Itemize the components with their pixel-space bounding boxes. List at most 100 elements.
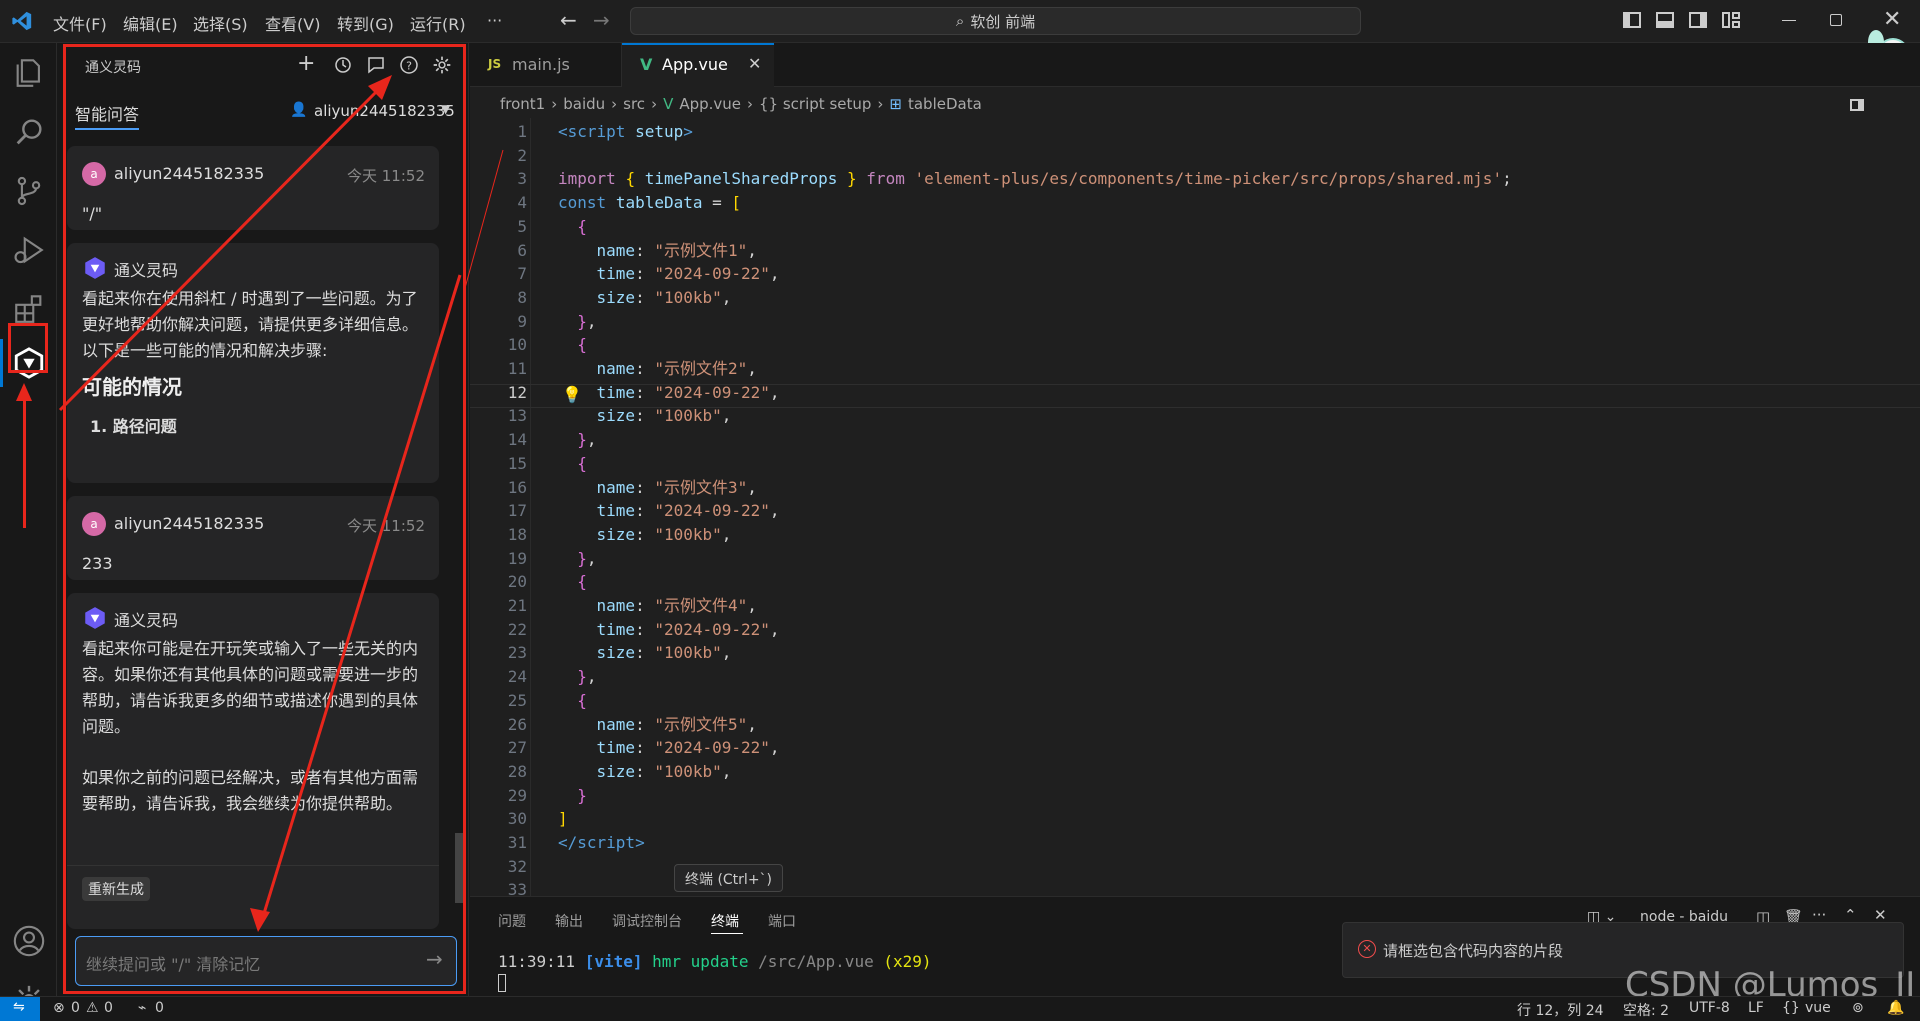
breadcrumb-item[interactable]: src: [623, 95, 645, 113]
braces-icon: {}: [1782, 1000, 1800, 1016]
explorer-icon[interactable]: [12, 56, 46, 90]
notifications-bell-icon[interactable]: 🔔: [1887, 1000, 1904, 1016]
copilot-icon[interactable]: ⊚: [1852, 1000, 1864, 1016]
indentation[interactable]: 空格: 2: [1623, 1000, 1669, 1020]
menu-file[interactable]: 文件(F): [53, 11, 107, 35]
run-debug-icon[interactable]: [12, 233, 46, 267]
breadcrumb: front1 › baidu › src › V App.vue › {} script …: [500, 95, 982, 113]
breadcrumb-item[interactable]: {} script setup: [759, 95, 871, 113]
code-area[interactable]: 💡 1 2 3 4 5 6 7 8 9 10 11 12 13 14 15 16 17 18 19 20 21 22 23 2…: [470, 118, 1920, 896]
encoding[interactable]: UTF-8: [1689, 1000, 1730, 1016]
line-number: 28: [507, 761, 527, 781]
toggle-secondary-sidebar-icon[interactable]: [1689, 12, 1707, 28]
tab-main-js[interactable]: JS main.js: [470, 43, 622, 87]
tab-app-vue[interactable]: V App.vue ✕: [622, 43, 774, 87]
customize-layout-icon[interactable]: [1722, 12, 1740, 28]
menu-run[interactable]: 运行(R): [410, 11, 466, 35]
line-number: 2: [517, 145, 527, 165]
source-control-icon[interactable]: [12, 174, 46, 208]
code-line: name: "示例文件3",: [596, 477, 757, 497]
breadcrumb-item[interactable]: front1: [500, 95, 545, 113]
nav-back-icon[interactable]: ←: [560, 8, 577, 32]
line-number: 4: [517, 193, 527, 213]
code-line: name: "示例文件5",: [596, 714, 757, 734]
ports-count[interactable]: 0: [155, 1000, 164, 1016]
line-number: 33: [507, 880, 527, 896]
close-window-icon[interactable]: ✕: [1883, 7, 1901, 32]
cursor-position[interactable]: 行 12，列 24: [1517, 1000, 1604, 1020]
minimize-icon[interactable]: [1782, 20, 1796, 21]
code-line: time: "2024-09-22",: [596, 619, 780, 639]
line-number: 24: [507, 667, 527, 687]
line-number: 19: [507, 548, 527, 568]
breadcrumb-item[interactable]: baidu: [563, 95, 605, 113]
notification-text: 请框选包含代码内容的片段: [1383, 942, 1564, 960]
menu-view[interactable]: 查看(V): [265, 11, 320, 35]
menu-goto[interactable]: 转到(G): [337, 11, 394, 35]
code-line: {: [577, 335, 587, 355]
line-number: 18: [507, 524, 527, 544]
terminal-path: /src/App.vue: [758, 952, 874, 971]
extensions-icon[interactable]: [12, 292, 46, 326]
error-count[interactable]: 0: [71, 1000, 80, 1016]
line-number: 32: [507, 856, 527, 876]
panel-tab-terminal[interactable]: 终端: [711, 911, 739, 931]
tab-bar: JS main.js V App.vue ✕: [470, 43, 1920, 87]
terminal-count: (x29): [883, 952, 932, 971]
search-icon[interactable]: [12, 115, 46, 149]
toggle-sidebar-icon[interactable]: [1623, 12, 1641, 28]
code-line: },: [577, 667, 597, 687]
terminal-tag: [vite]: [584, 952, 643, 971]
code-line: {: [577, 453, 587, 473]
line-ending[interactable]: LF: [1748, 1000, 1764, 1016]
editor-area: JS main.js V App.vue ✕ front1 › baidu › sr…: [470, 43, 1920, 896]
remote-icon: ⇋: [13, 999, 25, 1015]
terminal-msg: hmr update: [652, 952, 749, 971]
line-number: 20: [507, 572, 527, 592]
split-editor-icon[interactable]: [1850, 99, 1864, 111]
breadcrumb-item[interactable]: tableData: [908, 95, 982, 113]
remote-indicator[interactable]: ⇋: [0, 997, 40, 1021]
code-line: time: "2024-09-22",: [596, 501, 780, 521]
line-number: 25: [507, 690, 527, 710]
line-number: 15: [507, 453, 527, 473]
line-number: 29: [507, 785, 527, 805]
title-bar: 文件(F) 编辑(E) 选择(S) 查看(V) 转到(G) 运行(R) ··· …: [0, 0, 1920, 126]
line-number: 17: [507, 501, 527, 521]
menu-edit[interactable]: 编辑(E): [123, 11, 178, 35]
code-line: size: "100kb",: [596, 406, 732, 426]
warning-icon: ⚠: [86, 1000, 99, 1016]
tab-label: main.js: [512, 55, 570, 74]
code-line: size: "100kb",: [596, 524, 732, 544]
code-line: },: [577, 311, 597, 331]
line-number: 22: [507, 619, 527, 639]
panel-tab-problems[interactable]: 问题: [498, 911, 526, 931]
tab-label: App.vue: [662, 55, 728, 74]
panel-tab-output[interactable]: 输出: [555, 911, 583, 931]
line-number: 9: [517, 311, 527, 331]
close-tab-icon[interactable]: ✕: [748, 54, 761, 73]
panel-tab-underline: [711, 933, 743, 934]
account-icon[interactable]: [12, 924, 46, 958]
menu-more[interactable]: ···: [487, 11, 502, 30]
panel-tab-ports[interactable]: 端口: [768, 911, 796, 931]
menu-selection[interactable]: 选择(S): [193, 11, 248, 35]
warning-count[interactable]: 0: [104, 1000, 113, 1016]
nav-forward-icon[interactable]: →: [593, 8, 610, 32]
toggle-panel-icon[interactable]: [1656, 12, 1674, 28]
language-mode[interactable]: vue: [1805, 1000, 1831, 1016]
command-center-search[interactable]: ⌕ 软创 前端: [630, 7, 1361, 35]
terminal-output[interactable]: 11:39:11 [vite] hmr update /src/App.vue …: [498, 952, 932, 971]
terminal-tooltip: 终端 (Ctrl+`): [674, 864, 784, 892]
line-number: 21: [507, 596, 527, 615]
code-line: name: "示例文件4",: [596, 596, 757, 615]
line-number: 3: [517, 169, 527, 189]
panel-tab-debug-console[interactable]: 调试控制台: [612, 911, 682, 931]
vscode-logo-icon: [12, 11, 32, 31]
line-number: 11: [507, 359, 527, 378]
breadcrumb-item[interactable]: App.vue: [679, 95, 741, 113]
line-number: 8: [517, 287, 527, 307]
line-number: 14: [507, 430, 527, 450]
code-line: {: [577, 216, 587, 236]
restore-icon[interactable]: [1830, 14, 1842, 26]
